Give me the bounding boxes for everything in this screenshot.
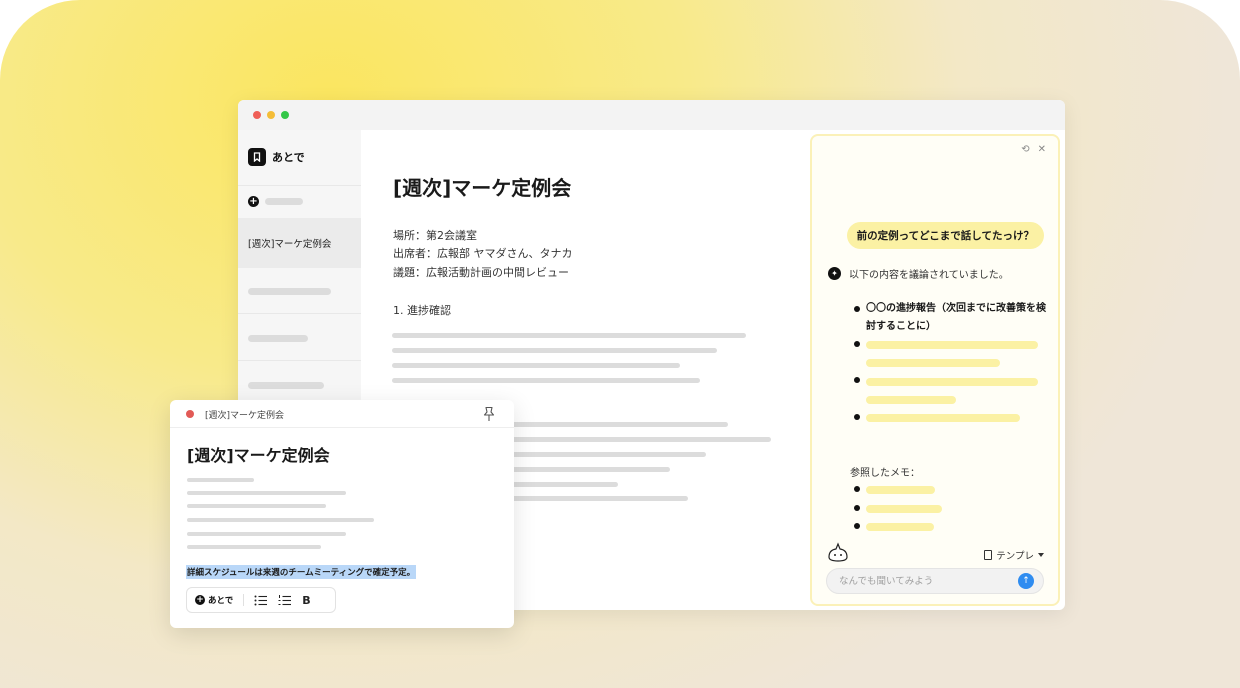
later-button[interactable]: + あとで bbox=[195, 594, 233, 606]
answer-item-placeholder bbox=[866, 414, 1020, 422]
ai-answer-intro: ✦ 以下の内容を議論されていました。 bbox=[828, 266, 1009, 281]
answer-item-placeholder bbox=[866, 396, 956, 404]
text-line bbox=[187, 491, 346, 495]
sidebar-item-placeholder[interactable] bbox=[248, 382, 324, 389]
send-button[interactable]: ↑ bbox=[1018, 573, 1034, 589]
divider bbox=[238, 313, 361, 314]
ai-chat-panel: ⟲ ✕ 前の定例ってどこまで話してたっけ？ ✦ 以下の内容を議論されていました。… bbox=[810, 134, 1060, 606]
mascot-icon bbox=[828, 542, 848, 562]
window-close-dot[interactable] bbox=[253, 111, 261, 119]
reference-label: 参照したメモ： bbox=[850, 468, 920, 479]
template-label: テンプレ bbox=[996, 551, 1034, 562]
titlebar bbox=[238, 100, 1065, 130]
refresh-icon[interactable]: ⟲ bbox=[1021, 144, 1029, 155]
answer-intro-text: 以下の内容を議論されていました。 bbox=[849, 270, 1009, 281]
text-line bbox=[187, 478, 254, 482]
text-line bbox=[392, 363, 680, 368]
section-heading: 1. 進捗確認 bbox=[393, 304, 451, 317]
text-line bbox=[187, 518, 374, 522]
sidebar-item-placeholder[interactable] bbox=[248, 288, 331, 295]
divider bbox=[243, 594, 245, 606]
status-dot bbox=[186, 410, 194, 418]
bullet bbox=[854, 306, 860, 312]
template-dropdown[interactable]: テンプレ bbox=[984, 548, 1044, 562]
meta-attendees: 出席者：広報部 ヤマダさん、タナカ bbox=[393, 247, 573, 260]
reference-link[interactable] bbox=[866, 505, 942, 513]
numbered-list-icon[interactable] bbox=[278, 594, 292, 606]
page-title: [週次]マーケ定例会 bbox=[393, 176, 572, 200]
text-line bbox=[392, 333, 746, 338]
divider bbox=[238, 360, 361, 361]
bullet bbox=[854, 486, 860, 492]
later-label: あとで bbox=[208, 596, 234, 606]
text-line bbox=[187, 532, 346, 536]
bookmark-icon bbox=[248, 148, 266, 166]
meta-location: 場所：第2会議室 bbox=[393, 229, 477, 242]
sidebar-item-active[interactable]: [週次]マーケ定例会 bbox=[238, 218, 361, 268]
plus-circle-icon: + bbox=[248, 196, 259, 207]
selected-text[interactable]: 詳細スケジュールは来週のチームミーティングで確定予定。 bbox=[186, 565, 417, 579]
format-toolbar: + あとで B bbox=[186, 587, 336, 613]
brand[interactable]: あとで bbox=[248, 148, 305, 166]
text-line bbox=[187, 504, 326, 508]
answer-item-placeholder bbox=[866, 378, 1038, 386]
bold-button[interactable]: B bbox=[302, 594, 310, 607]
bullet bbox=[854, 523, 860, 529]
meta-agenda: 議題：広報活動計画の中間レビュー bbox=[393, 266, 569, 279]
window-minimize-dot[interactable] bbox=[267, 111, 275, 119]
answer-item-placeholder bbox=[866, 359, 1000, 367]
ai-sparkle-icon: ✦ bbox=[828, 267, 841, 280]
text-line bbox=[187, 545, 321, 549]
new-note-button[interactable]: + bbox=[248, 196, 303, 207]
answer-item-placeholder bbox=[866, 341, 1038, 349]
book-icon bbox=[984, 550, 993, 560]
close-icon[interactable]: ✕ bbox=[1038, 144, 1046, 155]
text-line bbox=[392, 348, 717, 353]
reference-link[interactable] bbox=[866, 486, 935, 494]
panel-controls: ⟲ ✕ bbox=[1021, 144, 1046, 155]
window-maximize-dot[interactable] bbox=[281, 111, 289, 119]
bullet bbox=[854, 505, 860, 511]
plus-circle-icon: + bbox=[195, 595, 205, 605]
bullet bbox=[854, 414, 860, 420]
brand-name: あとで bbox=[272, 151, 305, 164]
divider bbox=[238, 185, 361, 186]
floating-note-card: [週次]マーケ定例会 [週次]マーケ定例会 詳細スケジュールは来週のチームミーテ… bbox=[170, 400, 514, 628]
bullet bbox=[854, 377, 860, 383]
bullet bbox=[854, 341, 860, 347]
sidebar-item-placeholder[interactable] bbox=[248, 335, 308, 342]
text-line bbox=[392, 378, 700, 383]
chat-input[interactable] bbox=[826, 568, 1044, 594]
chevron-down-icon bbox=[1038, 553, 1044, 557]
note-header-title: [週次]マーケ定例会 bbox=[205, 411, 285, 421]
sidebar-item-label: [週次]マーケ定例会 bbox=[248, 239, 332, 250]
note-title: [週次]マーケ定例会 bbox=[187, 446, 330, 465]
reference-link[interactable] bbox=[866, 523, 934, 531]
placeholder-bar bbox=[265, 198, 303, 205]
note-header: [週次]マーケ定例会 bbox=[170, 400, 514, 428]
answer-item: 〇〇の進捗報告（次回までに改善策を検討することに） bbox=[866, 303, 1046, 332]
user-question-bubble: 前の定例ってどこまで話してたっけ？ bbox=[846, 222, 1044, 249]
bullet-list-icon[interactable] bbox=[254, 594, 268, 606]
pin-icon[interactable] bbox=[482, 406, 496, 422]
